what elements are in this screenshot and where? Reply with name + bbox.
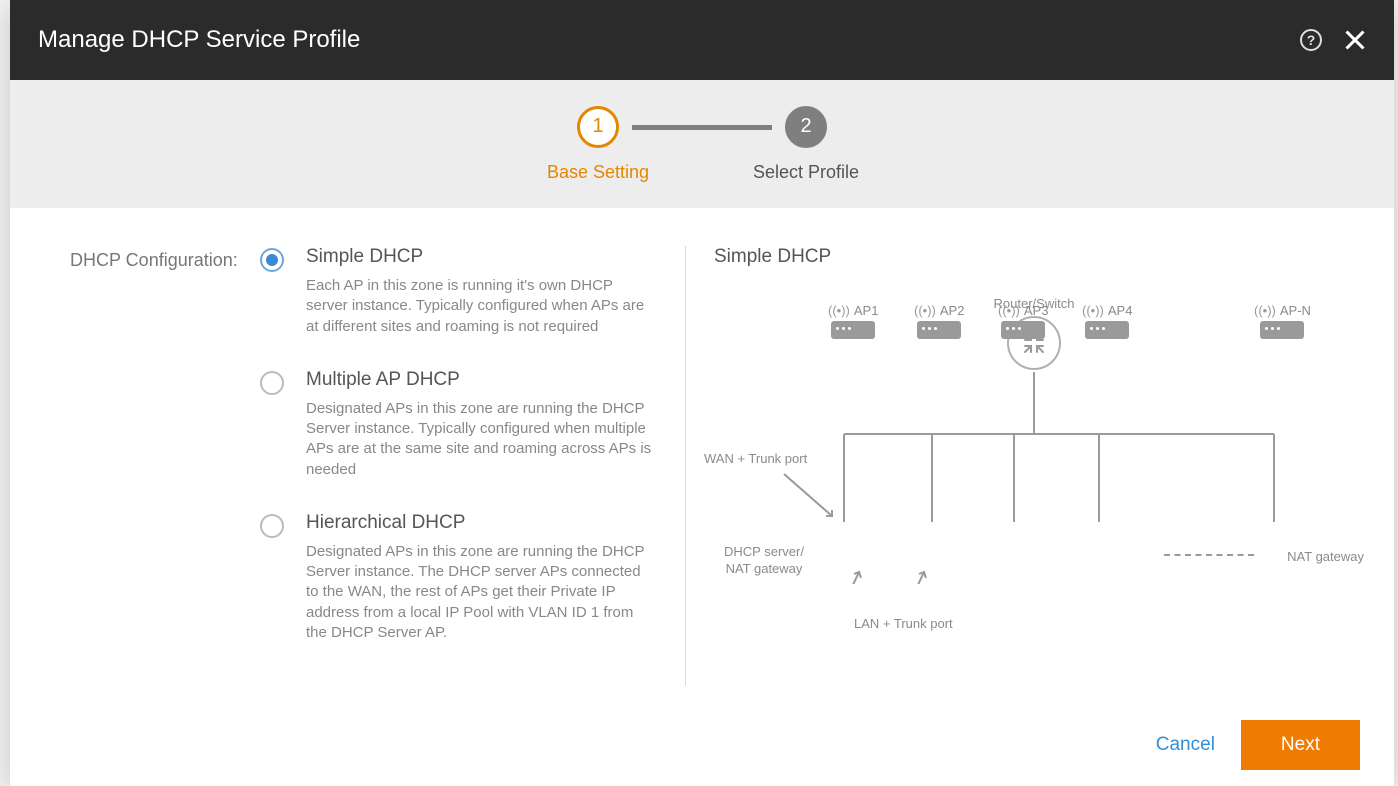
cancel-button[interactable]: Cancel	[1156, 734, 1215, 756]
radio-icon[interactable]	[260, 371, 284, 395]
ap-device-icon	[917, 321, 961, 339]
stepper-bar: 1 Base Setting 2 Select Profile	[10, 80, 1394, 208]
nat-gateway-label: NAT gateway	[1287, 549, 1364, 566]
ap-label: AP-N	[1280, 303, 1311, 318]
option-hierarchical-dhcp[interactable]: Hierarchical DHCP Designated APs in this…	[260, 512, 655, 643]
modal-footer: Cancel Next	[10, 704, 1394, 786]
option-desc: Designated APs in this zone are running …	[306, 399, 655, 480]
vertical-divider	[685, 246, 686, 686]
content-area: DHCP Configuration: Simple DHCP Each AP …	[10, 208, 1394, 704]
ap-node: ((•)) AP2	[914, 296, 964, 339]
option-title: Multiple AP DHCP	[306, 369, 655, 391]
ap-device-icon	[1001, 321, 1045, 339]
modal-header: Manage DHCP Service Profile ?	[10, 0, 1394, 80]
wifi-icon: ((•))	[1254, 303, 1276, 318]
ap-device-icon	[831, 321, 875, 339]
header-icons: ?	[1300, 29, 1366, 51]
ap-node: ((•)) AP-N	[1254, 296, 1311, 339]
option-title: Hierarchical DHCP	[306, 512, 655, 534]
radio-icon[interactable]	[260, 514, 284, 538]
ap-node: ((•)) AP4	[1082, 296, 1132, 339]
wan-label: WAN + Trunk port	[704, 451, 807, 468]
right-column: Simple DHCP Router/Switch	[696, 246, 1354, 704]
help-icon[interactable]: ?	[1300, 29, 1322, 51]
preview-title: Simple DHCP	[714, 246, 1354, 268]
close-icon[interactable]	[1344, 29, 1366, 51]
ap-label: AP1	[854, 303, 879, 318]
option-simple-dhcp[interactable]: Simple DHCP Each AP in this zone is runn…	[260, 246, 655, 337]
step-label: Base Setting	[547, 162, 649, 183]
left-column: DHCP Configuration: Simple DHCP Each AP …	[70, 246, 685, 704]
option-text: Simple DHCP Each AP in this zone is runn…	[306, 246, 655, 337]
step-connector	[632, 125, 772, 130]
step-select-profile[interactable]: 2 Select Profile	[716, 106, 896, 183]
ap-label: AP2	[940, 303, 965, 318]
step-number: 1	[577, 106, 619, 148]
option-desc: Each AP in this zone is running it's own…	[306, 276, 655, 337]
option-text: Multiple AP DHCP Designated APs in this …	[306, 369, 655, 480]
wifi-icon: ((•))	[998, 303, 1020, 318]
radio-icon[interactable]	[260, 248, 284, 272]
dotted-continuation	[1164, 554, 1254, 556]
option-title: Simple DHCP	[306, 246, 655, 268]
wifi-icon: ((•))	[828, 303, 850, 318]
step-base-setting[interactable]: 1 Base Setting	[508, 106, 688, 183]
lan-label: LAN + Trunk port	[854, 616, 953, 631]
option-multiple-ap-dhcp[interactable]: Multiple AP DHCP Designated APs in this …	[260, 369, 655, 480]
stepper: 1 Base Setting 2 Select Profile	[508, 106, 896, 183]
next-button[interactable]: Next	[1241, 720, 1360, 770]
dhcp-options: Simple DHCP Each AP in this zone is runn…	[260, 246, 685, 643]
ap-device-icon	[1085, 321, 1129, 339]
wifi-icon: ((•))	[914, 303, 936, 318]
ap-node: ((•)) AP3	[998, 296, 1048, 339]
option-desc: Designated APs in this zone are running …	[306, 542, 655, 643]
step-label: Select Profile	[753, 162, 859, 183]
ap-label: AP3	[1024, 303, 1049, 318]
option-text: Hierarchical DHCP Designated APs in this…	[306, 512, 655, 643]
modal-dialog: Manage DHCP Service Profile ? 1 Base Set…	[10, 0, 1394, 786]
field-label: DHCP Configuration:	[70, 246, 260, 271]
step-number: 2	[785, 106, 827, 148]
ap-node: ((•)) AP1	[828, 296, 878, 339]
wifi-icon: ((•))	[1082, 303, 1104, 318]
ap-device-icon	[1260, 321, 1304, 339]
network-diagram: Router/Switch	[714, 296, 1354, 656]
modal-title: Manage DHCP Service Profile	[38, 26, 360, 54]
ap-label: AP4	[1108, 303, 1133, 318]
dhcp-server-label: DHCP server/ NAT gateway	[714, 544, 814, 578]
